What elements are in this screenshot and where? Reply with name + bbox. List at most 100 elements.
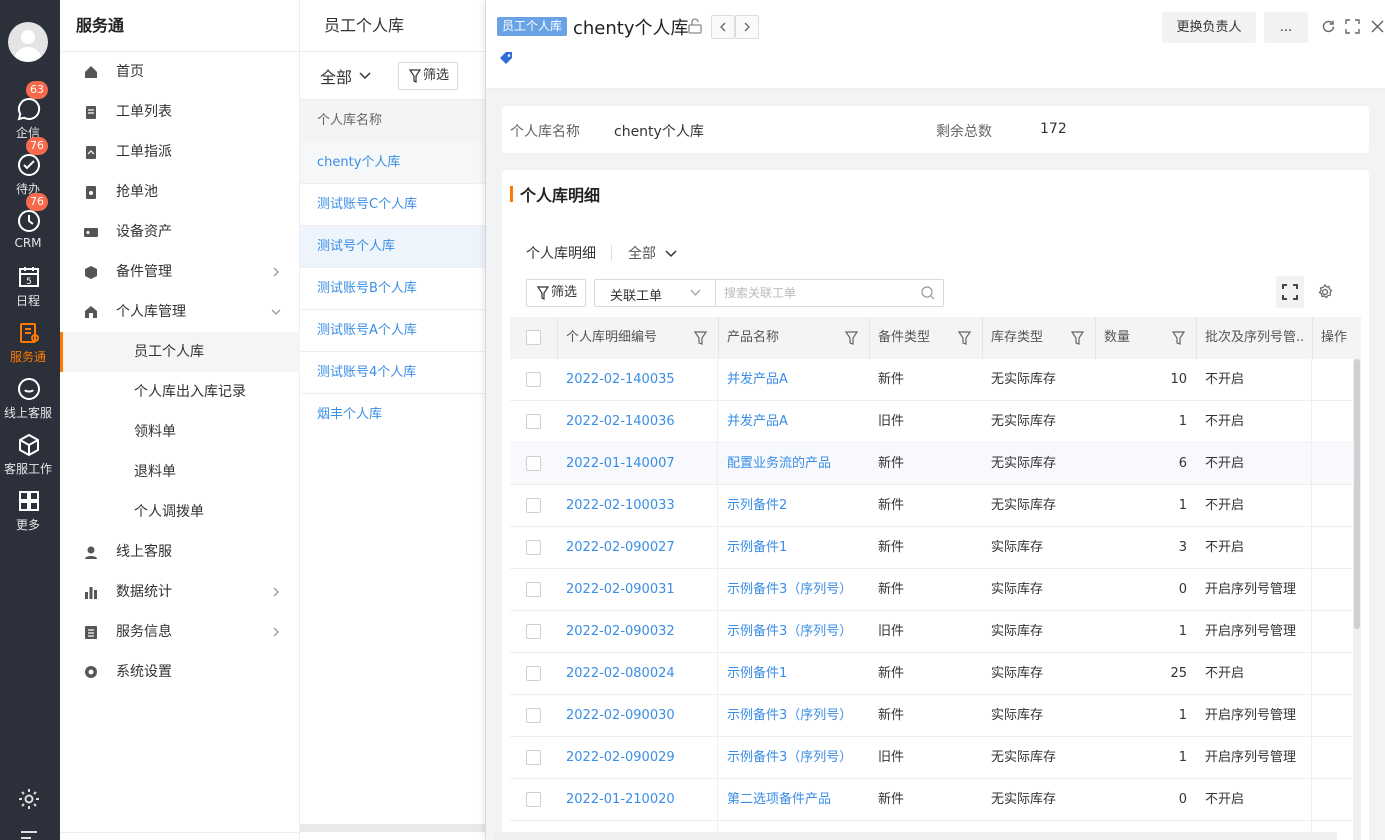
cell-product[interactable]: 示例备件1 [727,653,867,695]
search-icon[interactable] [921,286,935,300]
nav-item-requisition[interactable]: 领料单 [60,412,300,452]
nav-item-stock-records[interactable]: 个人库出入库记录 [60,372,300,412]
nav-item-system-settings[interactable]: 系统设置 [60,652,300,692]
expand-icon[interactable] [1345,19,1360,34]
list-filter-button[interactable]: 筛选 [398,62,459,90]
nav-item-spare-parts[interactable]: 备件管理 [60,252,300,292]
rail-item-customer-work[interactable]: 客服工作 [0,429,60,485]
next-record-button[interactable] [735,15,759,39]
rail-item-schedule[interactable]: 5 日程 [0,261,60,317]
collapse-icon[interactable] [19,830,39,840]
row-checkbox[interactable] [526,708,541,723]
cell-product[interactable]: 示例备件3（序列号） [727,695,867,737]
cell-product[interactable]: 示例备件3（序列号） [727,737,867,779]
fullscreen-button[interactable] [1276,276,1304,308]
filter-icon[interactable] [845,331,858,345]
row-checkbox[interactable] [526,582,541,597]
settings-gear-icon[interactable] [17,787,41,811]
list-item[interactable]: 测试账号A个人库 [300,310,485,352]
list-item[interactable]: 测试号个人库 [300,226,485,268]
nav-item-home[interactable]: 首页 [60,52,300,92]
column-settings-icon[interactable] [1317,284,1333,300]
tab-stock-detail[interactable]: 个人库明细 [526,243,596,263]
nav-item-ticket-list[interactable]: 工单列表 [60,92,300,132]
rail-item-service[interactable]: 服务通 [0,317,60,373]
nav-item-device-assets[interactable]: 设备资产 [60,212,300,252]
table-horizontal-scrollbar[interactable] [494,832,1337,840]
cell-code[interactable]: 2022-02-090029 [566,737,716,779]
col-header[interactable]: 备件类型 [878,317,958,359]
table-row[interactable]: 2022-02-090029 示例备件3（序列号） 旧件 无实际库存 1 开启序列号管理 [510,737,1353,779]
table-filter-button[interactable]: 筛选 [526,279,587,307]
rail-item-more[interactable]: 更多 [0,485,60,541]
nav-item-ticket-assign[interactable]: 工单指派 [60,132,300,172]
list-item[interactable]: 测试账号C个人库 [300,184,485,226]
table-row[interactable]: 2022-01-140007 配置业务流的产品 新件 无实际库存 6 不开启 [510,443,1353,485]
scrollbar-thumb[interactable] [1354,359,1360,629]
nav-item-online-service[interactable]: 线上客服 [60,532,300,572]
table-row[interactable]: 2022-02-080024 示例备件1 新件 实际库存 25 不开启 [510,653,1353,695]
select-all-checkbox[interactable] [526,330,541,345]
nav-item-transfer[interactable]: 个人调拨单 [60,492,300,532]
row-checkbox[interactable] [526,414,541,429]
table-row[interactable]: 2022-01-210020 第二选项备件产品 新件 无实际库存 0 不开启 [510,779,1353,821]
row-checkbox[interactable] [526,498,541,513]
list-item[interactable]: 测试账号4个人库 [300,352,485,394]
cell-product[interactable]: 并发产品A [727,401,867,443]
col-header[interactable]: 数量 [1104,317,1164,359]
refresh-icon[interactable] [1321,19,1336,34]
cell-code[interactable]: 2022-01-140007 [566,443,716,485]
row-checkbox[interactable] [526,540,541,555]
nav-item-statistics[interactable]: 数据统计 [60,572,300,612]
nav-item-employee-stock[interactable]: 员工个人库 [60,332,300,372]
close-icon[interactable] [1370,19,1385,34]
cell-code[interactable]: 2022-02-090031 [566,569,716,611]
col-header[interactable]: 批次及序列号管... [1205,317,1305,359]
cell-code[interactable]: 2022-02-090030 [566,695,716,737]
table-row[interactable]: 2022-02-090030 示例备件3（序列号） 新件 实际库存 1 开启序列号管理 [510,695,1353,737]
chevron-down-icon[interactable] [358,69,372,83]
cell-product[interactable]: 配置业务流的产品 [727,443,867,485]
nav-item-return[interactable]: 退料单 [60,452,300,492]
cell-code[interactable]: 2022-01-210020 [566,779,716,821]
rail-item-crm[interactable]: 76 CRM [0,193,60,261]
cell-product[interactable]: 示例备件1 [727,527,867,569]
cell-code[interactable]: 2022-02-140035 [566,359,716,401]
avatar[interactable] [8,22,48,62]
list-scrollbar[interactable] [300,824,486,832]
table-row[interactable]: 2022-02-090031 示例备件3（序列号） 新件 实际库存 0 开启序列号管理 [510,569,1353,611]
cell-code[interactable]: 2022-02-090027 [566,527,716,569]
cell-code[interactable]: 2022-02-100033 [566,485,716,527]
table-row[interactable]: 2022-02-140035 并发产品A 新件 无实际库存 10 不开启 [510,359,1353,401]
table-row[interactable]: 2022-02-100033 示列备件2 新件 无实际库存 1 不开启 [510,485,1353,527]
search-input[interactable] [724,283,914,303]
cell-code[interactable]: 2022-02-140036 [566,401,716,443]
lock-icon[interactable] [688,18,702,34]
change-owner-button[interactable]: 更换负责人 [1162,12,1256,43]
nav-item-service-info[interactable]: 服务信息 [60,612,300,652]
scope-dropdown[interactable]: 全部 [320,64,352,88]
chevron-down-icon[interactable] [664,248,678,260]
filter-icon[interactable] [1172,331,1185,345]
filter-icon[interactable] [958,331,971,345]
table-row[interactable]: 2022-02-090027 示例备件1 新件 实际库存 3 不开启 [510,527,1353,569]
rail-item-online-service[interactable]: 线上客服 [0,373,60,429]
list-item[interactable]: 测试账号B个人库 [300,268,485,310]
row-checkbox[interactable] [526,456,541,471]
cell-product[interactable]: 示例备件3（序列号） [727,611,867,653]
cell-product[interactable]: 示列备件2 [727,485,867,527]
nav-item-personal-stock[interactable]: 个人库管理 [60,292,300,332]
nav-scrollbar[interactable] [60,832,300,840]
cell-product[interactable]: 并发产品A [727,359,867,401]
cell-code[interactable]: 2022-02-090032 [566,611,716,653]
table-row[interactable]: 2022-02-140036 并发产品A 旧件 无实际库存 1 不开启 [510,401,1353,443]
list-item[interactable]: chenty个人库 [300,142,485,184]
row-checkbox[interactable] [526,666,541,681]
more-actions-button[interactable]: ... [1264,12,1308,43]
scope-dropdown[interactable]: 全部 [628,243,656,263]
nav-item-grab-pool[interactable]: 抢单池 [60,172,300,212]
table-vertical-scrollbar[interactable] [1353,359,1361,840]
filter-icon[interactable] [1071,331,1084,345]
row-checkbox[interactable] [526,372,541,387]
table-row[interactable]: 2022-02-090032 示例备件3（序列号） 旧件 实际库存 1 开启序列号管理 [510,611,1353,653]
